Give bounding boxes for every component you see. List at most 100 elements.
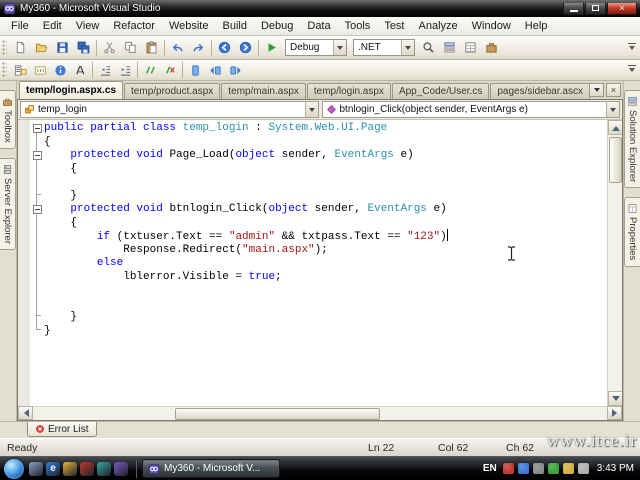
taskbar-clock[interactable]: 3:43 PM [597, 463, 634, 474]
menu-item-refactor[interactable]: Refactor [106, 17, 162, 35]
paste-button[interactable] [141, 38, 162, 58]
solution-explorer-button[interactable] [439, 38, 460, 58]
uncomment-lines-button[interactable] [160, 61, 180, 79]
start-debug-button[interactable] [261, 38, 282, 58]
solution-platforms-combo[interactable]: .NET [353, 39, 415, 56]
document-tab-temp-login-aspx-cs[interactable]: temp/login.aspx.cs [19, 81, 124, 99]
minimize-button[interactable] [563, 2, 584, 15]
menu-item-tools[interactable]: Tools [338, 17, 378, 35]
toolbar-grip[interactable] [2, 39, 7, 56]
scroll-down-button[interactable] [608, 391, 622, 406]
chevron-down-icon[interactable] [304, 102, 318, 117]
code-line-16[interactable]: } [30, 325, 607, 339]
code-line-14[interactable] [30, 298, 607, 312]
code-line-13[interactable] [30, 284, 607, 298]
code-line-10[interactable]: Response.Redirect("main.aspx"); [30, 244, 607, 258]
menu-item-test[interactable]: Test [377, 17, 411, 35]
tray-icon-5[interactable] [562, 463, 574, 474]
increase-indent-button[interactable] [115, 61, 135, 79]
code-line-15[interactable]: } [30, 311, 607, 325]
next-bookmark-button[interactable] [225, 61, 245, 79]
code-line-3[interactable]: protected void Page_Load(object sender, … [30, 149, 607, 163]
menu-item-edit[interactable]: Edit [36, 17, 69, 35]
maximize-button[interactable] [585, 2, 606, 15]
quick-launch-icon-3[interactable] [63, 461, 77, 476]
document-tab-temp-product-aspx[interactable]: temp/product.aspx [124, 83, 221, 99]
vertical-scrollbar[interactable] [607, 120, 622, 406]
quick-launch-icon-2[interactable]: e [46, 461, 60, 476]
scroll-left-button[interactable] [18, 406, 33, 420]
code-line-11[interactable]: else [30, 257, 607, 271]
code-line-6[interactable]: } [30, 190, 607, 204]
menu-item-website[interactable]: Website [162, 17, 216, 35]
fold-collapse-box[interactable] [30, 124, 44, 134]
members-combo[interactable]: btnlogin_Click(object sender, EventArgs … [321, 101, 620, 118]
indicator-margin[interactable] [18, 120, 30, 406]
language-indicator[interactable]: EN [481, 463, 499, 474]
tray-icon-6[interactable] [577, 463, 589, 474]
previous-bookmark-button[interactable] [205, 61, 225, 79]
new-file-button[interactable] [10, 38, 31, 58]
code-text-area[interactable]: public partial class temp_login : System… [30, 120, 607, 406]
decrease-indent-button[interactable] [95, 61, 115, 79]
panel-tab-toolbox[interactable]: Toolbox [0, 90, 16, 149]
document-tab-app-code-user-cs[interactable]: App_Code/User.cs [391, 83, 490, 99]
vertical-scrollbar-thumb[interactable] [609, 137, 622, 183]
quick-launch-icon-4[interactable] [80, 461, 94, 476]
chevron-down-icon[interactable] [606, 102, 619, 117]
tray-icon-2[interactable] [517, 463, 529, 474]
save-all-button[interactable] [73, 38, 94, 58]
fold-collapse-box[interactable] [30, 205, 44, 215]
copy-button[interactable] [120, 38, 141, 58]
display-word-completion-button[interactable] [70, 61, 90, 79]
tray-icon-1[interactable] [502, 463, 514, 474]
navigate-forward-button[interactable] [235, 38, 256, 58]
menu-item-build[interactable]: Build [215, 17, 253, 35]
display-parameter-info-button[interactable] [30, 61, 50, 79]
close-document-button[interactable]: × [606, 83, 621, 97]
menu-item-view[interactable]: View [69, 17, 107, 35]
horizontal-scrollbar-thumb[interactable] [175, 408, 381, 420]
cut-button[interactable] [99, 38, 120, 58]
code-line-7[interactable]: protected void btnlogin_Click(object sen… [30, 203, 607, 217]
chevron-down-icon[interactable] [333, 40, 346, 55]
code-line-4[interactable]: { [30, 163, 607, 177]
document-tab-temp-login-aspx[interactable]: temp/login.aspx [306, 83, 391, 99]
quick-launch-icon-5[interactable] [97, 461, 111, 476]
toolbar-grip[interactable] [2, 62, 7, 78]
redo-button[interactable] [188, 38, 209, 58]
start-button[interactable] [4, 458, 24, 479]
menu-item-help[interactable]: Help [518, 17, 555, 35]
find-in-files-button[interactable] [418, 38, 439, 58]
horizontal-scrollbar[interactable] [18, 406, 622, 420]
toggle-bookmark-button[interactable] [185, 61, 205, 79]
undo-button[interactable] [167, 38, 188, 58]
menu-item-analyze[interactable]: Analyze [412, 17, 465, 35]
properties-window-button[interactable] [460, 38, 481, 58]
chevron-down-icon[interactable] [401, 40, 414, 55]
open-folder-button[interactable] [31, 38, 52, 58]
comment-lines-button[interactable] [140, 61, 160, 79]
active-files-dropdown-button[interactable] [589, 83, 604, 97]
code-line-9[interactable]: if (txtuser.Text == "admin" && txtpass.T… [30, 229, 607, 244]
menu-item-data[interactable]: Data [300, 17, 337, 35]
menu-item-window[interactable]: Window [465, 17, 518, 35]
scroll-up-button[interactable] [608, 120, 622, 135]
panel-tab-solution-explorer[interactable]: Solution Explorer [624, 90, 640, 189]
document-tab-pages-sidebar-ascx[interactable]: pages/sidebar.ascx [490, 83, 590, 99]
code-line-2[interactable]: { [30, 136, 607, 150]
menu-item-file[interactable]: File [4, 17, 36, 35]
display-quick-info-button[interactable] [50, 61, 70, 79]
display-member-list-button[interactable] [10, 61, 30, 79]
document-tab-temp-main-aspx[interactable]: temp/main.aspx [221, 83, 306, 99]
scroll-right-button[interactable] [607, 406, 622, 420]
toolbar-overflow-icon[interactable] [626, 38, 638, 58]
toolbar-overflow-icon[interactable] [626, 60, 638, 80]
fold-collapse-box[interactable] [30, 151, 44, 161]
close-button[interactable]: × [607, 2, 637, 15]
code-line-8[interactable]: { [30, 217, 607, 231]
menu-item-debug[interactable]: Debug [254, 17, 300, 35]
panel-tab-properties[interactable]: Properties [624, 197, 640, 267]
code-line-5[interactable] [30, 176, 607, 190]
tray-icon-3[interactable] [532, 463, 544, 474]
